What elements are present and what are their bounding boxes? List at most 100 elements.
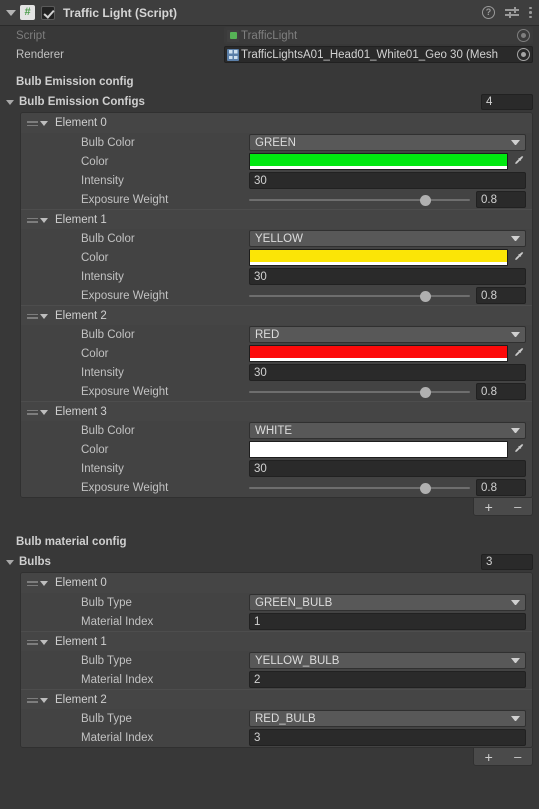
list-item-header[interactable]: Element 0 [21,573,532,593]
exposure-weight-slider[interactable] [249,287,470,304]
drag-handle-icon[interactable] [27,578,39,588]
bulb-color-value: RED [255,328,280,341]
intensity-label: Intensity [81,174,124,187]
bulb-type-value: GREEN_BULB [255,596,333,609]
exposure-weight-slider[interactable] [249,191,470,208]
chevron-down-icon [511,236,520,241]
exposure-weight-input[interactable]: 0.8 [476,191,526,208]
drag-handle-icon[interactable] [27,637,39,647]
script-field-wrap: TrafficLight [224,27,539,44]
slider-thumb[interactable] [420,291,432,302]
material-index-input[interactable]: 1 [249,613,526,630]
list-item-header[interactable]: Element 1 [21,209,532,229]
drag-handle-icon[interactable] [27,118,39,128]
emission-add-button[interactable]: + [481,500,497,514]
element-foldout-icon[interactable] [39,694,51,706]
element-foldout-icon[interactable] [39,214,51,226]
slider-thumb[interactable] [420,195,432,206]
list-item-header[interactable]: Element 0 [21,113,532,133]
bulb-type-label: Bulb Type [81,712,132,725]
color-swatch[interactable] [249,441,508,458]
element-title: Element 1 [55,213,107,226]
material-add-button[interactable]: + [481,750,497,764]
eyedropper-icon[interactable] [514,347,527,360]
emission-foldout-icon[interactable] [4,96,17,109]
bulb-color-dropdown[interactable]: YELLOW [249,230,526,247]
element-foldout-icon[interactable] [39,117,51,129]
bulb-color-row: Bulb Color YELLOW [21,229,532,248]
slider-thumb[interactable] [420,483,432,494]
material-index-input[interactable]: 3 [249,729,526,746]
script-value: TrafficLight [241,29,298,42]
eyedropper-icon[interactable] [514,443,527,456]
list-item-body: Bulb Type GREEN_BULB Material Index 1 [21,593,532,631]
eyedropper-icon[interactable] [514,155,527,168]
emission-list-header[interactable]: Bulb Emission Configs 4 [0,92,539,112]
bulb-type-dropdown[interactable]: YELLOW_BULB [249,652,526,669]
eyedropper-icon[interactable] [514,251,527,264]
preset-icon[interactable] [505,6,519,19]
slider-thumb[interactable] [420,387,432,398]
bulb-type-dropdown[interactable]: GREEN_BULB [249,594,526,611]
component-foldout-icon[interactable] [4,6,17,19]
renderer-row: Renderer TrafficLightsA01_Head01_White01… [0,45,539,64]
intensity-input[interactable]: 30 [249,460,526,477]
renderer-object-field[interactable]: TrafficLightsA01_Head01_White01_Geo 30 (… [224,46,533,63]
emission-list-body: Element 0 Bulb Color GREEN Color Intensity 30… [20,112,533,498]
bulb-color-dropdown[interactable]: WHITE [249,422,526,439]
bulb-type-dropdown[interactable]: RED_BULB [249,710,526,727]
material-list-footer: + – [20,748,533,766]
exposure-weight-input[interactable]: 0.8 [476,383,526,400]
emission-size-field[interactable]: 4 [481,94,533,110]
chevron-down-icon [511,600,520,605]
element-foldout-icon[interactable] [39,406,51,418]
list-item-body: Bulb Color GREEN Color Intensity 30 Exposure … [21,133,532,209]
bulb-color-value: WHITE [255,424,293,437]
color-swatch[interactable] [249,249,508,266]
script-asset-icon [227,29,239,42]
component-enabled-checkbox[interactable] [41,5,55,20]
element-foldout-icon[interactable] [39,310,51,322]
exposure-weight-slider[interactable] [249,383,470,400]
material-index-input[interactable]: 2 [249,671,526,688]
color-swatch[interactable] [249,153,508,170]
exposure-weight-slider[interactable] [249,479,470,496]
list-item-header[interactable]: Element 2 [21,689,532,709]
drag-handle-icon[interactable] [27,215,39,225]
emission-remove-button[interactable]: – [510,500,525,513]
list-item-body: Bulb Color WHITE Color Intensity 30 Exposure … [21,421,532,497]
drag-handle-icon[interactable] [27,311,39,321]
bulb-color-value: YELLOW [255,232,303,245]
material-remove-button[interactable]: – [510,750,525,763]
intensity-input[interactable]: 30 [249,364,526,381]
color-swatch-rgb [250,442,507,454]
exposure-weight-input[interactable]: 0.8 [476,287,526,304]
exposure-weight-input[interactable]: 0.8 [476,479,526,496]
list-item-header[interactable]: Element 2 [21,305,532,325]
kebab-menu-icon[interactable] [529,6,533,20]
bulb-color-dropdown[interactable]: RED [249,326,526,343]
element-foldout-icon[interactable] [39,636,51,648]
intensity-input[interactable]: 30 [249,268,526,285]
slider-track [249,487,470,489]
drag-handle-icon[interactable] [27,407,39,417]
material-list-label: Bulbs [19,556,51,568]
material-list-header[interactable]: Bulbs 3 [0,552,539,572]
material-size-field[interactable]: 3 [481,554,533,570]
intensity-input[interactable]: 30 [249,172,526,189]
color-label: Color [81,251,109,264]
material-index-row: Material Index 3 [21,728,532,747]
help-icon[interactable]: ? [482,6,495,19]
emission-list-footer: + – [20,498,533,516]
inspector-panel: # Traffic Light (Script) ? Script Traffi… [0,0,539,809]
list-item-header[interactable]: Element 1 [21,631,532,651]
color-swatch[interactable] [249,345,508,362]
list-item-header[interactable]: Element 3 [21,401,532,421]
bulb-color-dropdown[interactable]: GREEN [249,134,526,151]
renderer-picker-icon[interactable] [517,48,530,61]
element-foldout-icon[interactable] [39,577,51,589]
drag-handle-icon[interactable] [27,695,39,705]
material-foldout-icon[interactable] [4,556,17,569]
color-label: Color [81,155,109,168]
